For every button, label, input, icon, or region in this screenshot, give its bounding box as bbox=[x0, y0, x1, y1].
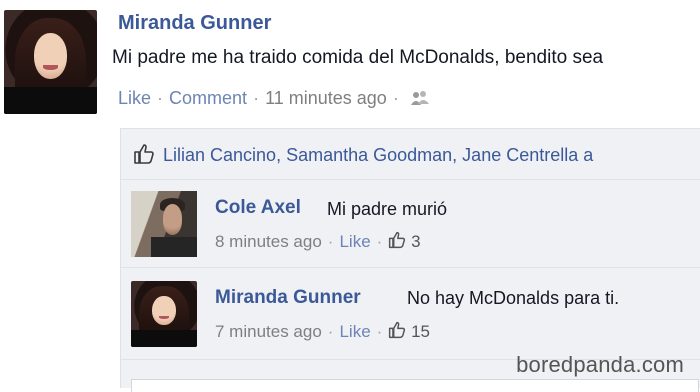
comment-item: Cole Axel Mi padre murió 8 minutes ago · L… bbox=[121, 179, 700, 268]
facebook-post: Miranda Gunner Mi padre me ha traido com… bbox=[0, 0, 700, 392]
thumbs-up-icon bbox=[133, 143, 155, 170]
thumbs-up-icon bbox=[388, 231, 406, 254]
comment-like-link[interactable]: Like bbox=[339, 232, 370, 251]
friends-icon[interactable] bbox=[405, 88, 430, 108]
post-comment-link[interactable]: Comment bbox=[169, 88, 247, 108]
comment-like-count[interactable]: 3 bbox=[411, 232, 420, 251]
likes-summary: Lilian Cancino, Samantha Goodman, Jane C… bbox=[121, 129, 700, 180]
likes-names[interactable]: Lilian Cancino, Samantha Goodman, Jane C… bbox=[163, 145, 593, 166]
comment-timestamp[interactable]: 8 minutes ago bbox=[215, 232, 322, 251]
comment-item: Miranda Gunner No hay McDonalds para ti.… bbox=[121, 267, 700, 360]
comment-actions: 7 minutes ago · Like · 15 bbox=[215, 321, 430, 344]
comment-author-name[interactable]: Cole Axel bbox=[215, 197, 301, 219]
comment-actions: 8 minutes ago · Like · 3 bbox=[215, 231, 421, 254]
post-author-name[interactable]: Miranda Gunner bbox=[118, 12, 271, 35]
thumbs-up-icon bbox=[388, 321, 406, 344]
post-author-avatar[interactable] bbox=[4, 10, 97, 114]
comment-timestamp[interactable]: 7 minutes ago bbox=[215, 322, 322, 341]
comments-section: Lilian Cancino, Samantha Goodman, Jane C… bbox=[120, 128, 700, 392]
comment-text: Mi padre murió bbox=[327, 199, 448, 219]
commenter-avatar[interactable] bbox=[131, 281, 197, 347]
reply-input[interactable] bbox=[131, 379, 699, 392]
commenter-avatar[interactable] bbox=[131, 191, 197, 257]
post-like-link[interactable]: Like bbox=[118, 88, 151, 108]
post-timestamp[interactable]: 11 minutes ago bbox=[265, 88, 387, 108]
watermark: boredpanda.com bbox=[516, 352, 684, 377]
comment-text: No hay McDonalds para ti. bbox=[407, 288, 620, 308]
comment-like-count[interactable]: 15 bbox=[411, 322, 430, 341]
comment-like-link[interactable]: Like bbox=[339, 322, 370, 341]
post-actions: Like · Comment · 11 minutes ago · bbox=[118, 88, 430, 109]
comment-author-name[interactable]: Miranda Gunner bbox=[215, 287, 361, 309]
post-text: Mi padre me ha traido comida del McDonal… bbox=[112, 47, 604, 68]
